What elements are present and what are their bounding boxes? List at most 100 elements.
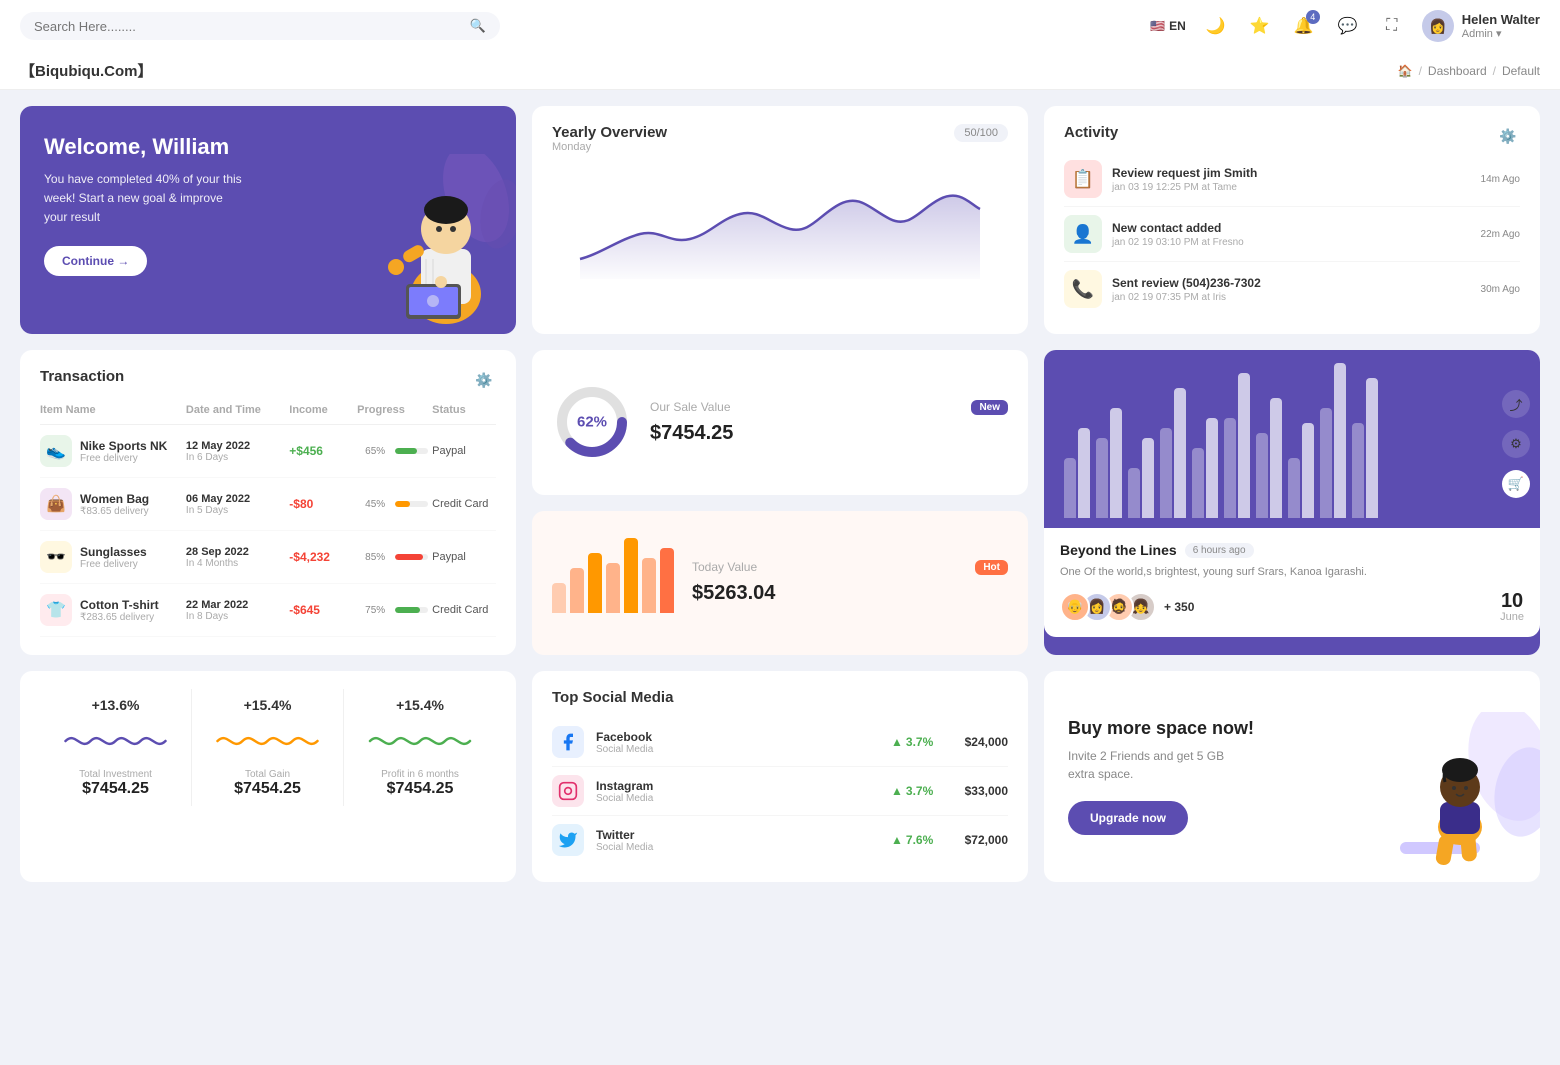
twitter-name: Twitter — [596, 828, 653, 842]
yearly-chart — [552, 169, 1008, 279]
activity-title-0: Review request jim Smith — [1112, 166, 1471, 180]
table-row: 👕 Cotton T-shirt₹283.65 delivery 22 Mar … — [40, 584, 496, 637]
activity-title-2: Sent review (504)236-7302 — [1112, 276, 1471, 290]
twitter-amount: $72,000 — [953, 833, 1008, 847]
notification-badge: 4 — [1306, 10, 1320, 24]
progress-cell-0: 65% — [357, 446, 428, 457]
social-media-card: Top Social Media Facebook Social Media ▲… — [532, 671, 1028, 882]
today-mini-chart — [552, 553, 674, 613]
chat-button[interactable]: 💬 — [1334, 12, 1362, 40]
search-box[interactable]: 🔍 — [20, 12, 500, 40]
yearly-title: Yearly Overview — [552, 124, 667, 141]
sale-cards-col: 62% Our Sale Value New $7454.25 — [532, 350, 1028, 655]
date-sub-0: In 6 Days — [186, 452, 285, 463]
beyond-title: Beyond the Lines — [1060, 542, 1177, 558]
plus-count: + 350 — [1164, 600, 1194, 614]
progress-label-1: 45% — [357, 499, 385, 510]
col-income: Income — [289, 404, 353, 416]
twitter-pct: ▲ 7.6% — [891, 833, 941, 847]
status-3: Credit Card — [432, 604, 496, 616]
transaction-card: Transaction ⚙️ Item Name Date and Time I… — [20, 350, 516, 655]
item-cell-3: 👕 Cotton T-shirt₹283.65 delivery — [40, 594, 182, 626]
promo-content: Buy more space now! Invite 2 Friends and… — [1068, 718, 1268, 835]
wave-2 — [352, 721, 488, 761]
avatar: 👩 — [1422, 10, 1454, 42]
upgrade-button[interactable]: Upgrade now — [1068, 801, 1188, 835]
user-profile[interactable]: 👩 Helen Walter Admin ▾ — [1422, 10, 1540, 42]
activity-header: Activity ⚙️ — [1064, 124, 1520, 148]
cart-icon[interactable]: 🛒 — [1502, 470, 1530, 498]
stats-card: +13.6% Total Investment $7454.25 +15.4% … — [20, 671, 516, 882]
item-name-0: Nike Sports NK — [80, 439, 167, 453]
income-3: -$645 — [289, 603, 353, 617]
yearly-card-header: Yearly Overview Monday 50/100 — [552, 124, 1008, 165]
dark-mode-button[interactable]: 🌙 — [1202, 12, 1230, 40]
avatars-row: 👴 👩 🧔 👧 + 350 — [1060, 592, 1194, 622]
yearly-title-group: Yearly Overview Monday — [552, 124, 667, 165]
stat-label-0: Total Investment — [79, 769, 152, 780]
breadcrumb: 🏠 / Dashboard / Default — [1398, 64, 1540, 78]
instagram-info: Instagram Social Media — [596, 779, 653, 804]
table-row: 👜 Women Bag₹83.65 delivery 06 May 2022In… — [40, 478, 496, 531]
stats-grid: +13.6% Total Investment $7454.25 +15.4% … — [40, 689, 496, 806]
beyond-header: Beyond the Lines 6 hours ago — [1060, 542, 1524, 558]
sale-amount: $7454.25 — [650, 422, 1008, 445]
instagram-name: Instagram — [596, 779, 653, 793]
welcome-illustration — [346, 154, 516, 334]
activity-card: Activity ⚙️ 📋 Review request jim Smith j… — [1044, 106, 1540, 334]
date-num: 10 — [1500, 591, 1524, 611]
chart-card: ⤴ ⚙ 🛒 Beyond the Lines 6 hours ago One O… — [1044, 350, 1540, 655]
transaction-settings-button[interactable]: ⚙️ — [472, 368, 496, 392]
continue-button[interactable]: Continue → — [44, 246, 147, 276]
stat-label-2: Profit in 6 months — [381, 769, 459, 780]
activity-time-2: 30m Ago — [1481, 284, 1520, 295]
activity-list: 📋 Review request jim Smith jan 03 19 12:… — [1064, 152, 1520, 316]
beyond-section: Beyond the Lines 6 hours ago One Of the … — [1044, 528, 1540, 637]
stat-investment: +13.6% Total Investment $7454.25 — [40, 689, 192, 806]
activity-time-1: 22m Ago — [1481, 229, 1520, 240]
favorites-button[interactable]: ⭐ — [1246, 12, 1274, 40]
chart-side-icons: ⤴ ⚙ 🛒 — [1502, 390, 1530, 498]
notifications-button[interactable]: 🔔 4 — [1290, 12, 1318, 40]
item-sub-3: ₹283.65 delivery — [80, 612, 159, 623]
main-grid: Welcome, William You have completed 40% … — [0, 90, 1560, 898]
item-icon-0: 👟 — [40, 435, 72, 467]
progress-bar-2 — [395, 554, 428, 560]
promo-card: Buy more space now! Invite 2 Friends and… — [1044, 671, 1540, 882]
breadcrumb-dashboard[interactable]: Dashboard — [1428, 64, 1487, 78]
chart-settings-icon[interactable]: ⚙ — [1502, 430, 1530, 458]
twitter-info: Twitter Social Media — [596, 828, 653, 853]
topbar-right: 🇺🇸 EN 🌙 ⭐ 🔔 4 💬 ⛶ 👩 Helen Walter Admin ▾ — [1150, 10, 1540, 42]
table-row: 🕶️ SunglassesFree delivery 28 Sep 2022In… — [40, 531, 496, 584]
date-cell-3: 22 Mar 2022In 8 Days — [186, 599, 285, 622]
wave-1 — [200, 721, 335, 761]
bar-chart — [1064, 368, 1520, 528]
activity-text-0: Review request jim Smith jan 03 19 12:25… — [1112, 166, 1471, 193]
fullscreen-icon: ⛶ — [1386, 17, 1397, 35]
today-amount: $5263.04 — [692, 582, 1008, 605]
item-icon-2: 🕶️ — [40, 541, 72, 573]
activity-settings-button[interactable]: ⚙️ — [1496, 124, 1520, 148]
income-2: -$4,232 — [289, 550, 353, 564]
user-details: Helen Walter Admin ▾ — [1462, 12, 1540, 40]
fullscreen-button[interactable]: ⛶ — [1378, 12, 1406, 40]
share-icon[interactable]: ⤴ — [1502, 390, 1530, 418]
donut-label: 62% — [577, 414, 607, 431]
income-0: +$456 — [289, 444, 353, 458]
transaction-header: Transaction ⚙️ — [40, 368, 496, 392]
today-value-card: Today Value Hot $5263.04 — [532, 511, 1028, 656]
activity-thumb-0: 📋 — [1064, 160, 1102, 198]
search-icon: 🔍 — [470, 18, 486, 34]
stat-profit: +15.4% Profit in 6 months $7454.25 — [344, 689, 496, 806]
language-selector[interactable]: 🇺🇸 EN — [1150, 19, 1186, 33]
date-cell-2: 28 Sep 2022In 4 Months — [186, 546, 285, 569]
activity-thumb-2: 📞 — [1064, 270, 1102, 308]
search-input[interactable] — [34, 19, 462, 34]
date-month: June — [1500, 611, 1524, 623]
transaction-title: Transaction — [40, 368, 124, 385]
activity-title-1: New contact added — [1112, 221, 1471, 235]
facebook-pct: ▲ 3.7% — [891, 735, 941, 749]
lang-label: EN — [1169, 19, 1186, 33]
home-icon[interactable]: 🏠 — [1398, 64, 1413, 78]
date-sub-1: In 5 Days — [186, 505, 285, 516]
